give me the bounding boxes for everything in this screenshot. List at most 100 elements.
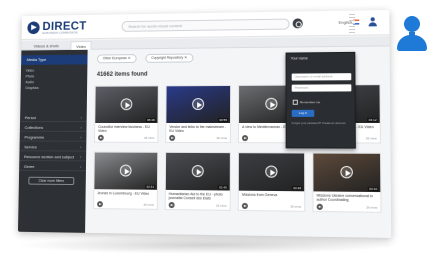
sidebar-item-genre[interactable]: Genre › [19,161,87,172]
logo-mark-icon [27,21,40,35]
video-meta: 26 mins [144,135,155,140]
sidebar-header[interactable]: Media Type [21,54,88,65]
video-meta: 26 mins [366,205,378,210]
video-card[interactable]: 02:31 Jeunes in Luxembourg - EU Video 26 m… [93,151,159,210]
sidebar-item-subject[interactable]: Resource section and subject › [19,152,87,162]
sidebar-item-label: Collections [24,124,44,130]
browser-screen: DIRECT EUROPEAN COMMISSION Search for au… [17,9,392,238]
video-title[interactable]: Vendor and links to the mainstream - EU … [169,125,229,133]
video-title[interactable]: Missions from Geneva [242,193,303,202]
sidebar-item-label: Period [24,115,36,121]
video-thumbnail[interactable]: 00:55 [166,85,231,123]
user-icon [397,16,427,62]
tab-videos-shots[interactable]: Videos & shots [29,41,64,50]
sidebar-item-period[interactable]: Period › [20,113,87,123]
play-icon[interactable] [340,165,353,179]
username-field[interactable]: Username or email address [291,73,352,81]
video-meta: 26 mins [365,136,377,141]
video-thumbnail[interactable]: 01:45 [165,152,230,191]
play-icon[interactable] [191,165,204,178]
login-button[interactable]: Log in [291,109,315,117]
filter-chip[interactable]: Other European ✕ [97,54,137,64]
video-meta: 15 mins [216,203,227,208]
video-duration: 03:10 [368,186,379,192]
login-panel: Your name Username or email address Pass… [285,51,356,149]
sidebar-item-label: Service [24,144,37,150]
clear-filters-button[interactable]: Clear more filters [28,176,75,186]
search-input[interactable]: Search for audio-visual content [121,18,290,32]
password-field[interactable]: Password [291,84,352,92]
user-icon-head [370,17,375,22]
chevron-right-icon: › [80,134,82,140]
sidebar-item-label: Programme [24,134,45,140]
video-icon [241,135,249,142]
results-count: 41662 items found [96,71,148,78]
sidebar-item-programme[interactable]: Programme › [19,132,87,142]
forgot-password-link[interactable]: Forgot your password? Create an account [292,121,352,126]
chevron-right-icon: › [80,115,82,121]
play-icon[interactable] [192,98,205,111]
sidebar-sub-item[interactable]: Audio [25,80,33,84]
video-card[interactable]: 05:48 Councillor interview business - EU … [94,85,159,143]
chevron-right-icon: › [80,144,82,150]
video-icon [97,201,103,208]
video-meta: 26 mins [143,202,154,207]
video-thumbnail[interactable]: 03:10 [313,153,381,193]
sidebar-sub-item[interactable]: Photo [26,74,35,78]
site-logo[interactable]: DIRECT EUROPEAN COMMISSION [27,19,87,36]
video-icon [169,134,176,141]
video-card[interactable]: 01:45 Humanitarian Aid to the EU - photo … [164,151,231,211]
video-meta: 15 mins [216,136,227,141]
sidebar-item-collections[interactable]: Collections › [19,123,87,132]
filter-chip[interactable]: Copyright Repository ✕ [145,53,194,63]
video-card[interactable]: 00:48 Missions from Geneva 26 mins [237,152,306,212]
filter-chip-label: Other European [102,56,127,61]
video-icon [316,203,323,211]
top-bar: DIRECT EUROPEAN COMMISSION Search for au… [21,9,390,40]
video-icon [168,201,175,209]
search-icon[interactable] [292,18,303,29]
user-icon-body [397,35,427,51]
chevron-right-icon: › [80,124,82,130]
video-duration: 05:48 [146,118,156,123]
video-thumbnail[interactable]: 00:48 [238,153,305,192]
video-duration: 01:45 [218,185,228,190]
sidebar-item-label: Resource section and subject [24,154,75,160]
video-card[interactable]: 00:55 Vendor and links to the mainstream … [165,84,232,144]
screenshot-stage: DIRECT EUROPEAN COMMISSION Search for au… [0,0,433,267]
user-icon-body [368,22,377,27]
video-duration: 00:55 [218,117,228,122]
user-icon-head [404,16,420,32]
sidebar-sub-item[interactable]: Graphics [25,86,38,90]
video-duration: 02:31 [145,184,156,189]
chevron-right-icon: › [79,164,82,170]
device-shadow [14,236,399,254]
video-title[interactable]: Councillor interview business - EU Video [98,125,156,133]
video-thumbnail[interactable]: 02:31 [94,152,158,190]
chevron-right-icon: › [79,154,82,160]
play-icon[interactable] [119,164,132,177]
video-title[interactable]: Humanitarian Aid to the EU - photo journ… [169,192,229,201]
login-panel-title: Your name [290,56,308,61]
video-icon [241,202,248,210]
video-title[interactable]: Missions Ukraine conversational to autho… [317,193,380,202]
user-icon[interactable] [368,17,377,27]
tab-video[interactable]: Video [70,40,92,50]
video-thumbnail[interactable]: 05:48 [95,86,158,123]
sidebar-item-label: Genre [23,163,35,169]
video-title[interactable]: Jeunes in Luxembourg - EU Video [97,191,156,200]
play-icon[interactable] [120,98,133,111]
separator-dots [349,14,355,34]
sidebar: Media Type Video Photo Audio Graphics Pe… [17,49,88,233]
play-icon[interactable] [265,165,278,178]
video-icon [97,134,104,141]
sidebar-sub-item[interactable]: Video [26,69,34,73]
sidebar-item-service[interactable]: Service › [19,142,87,152]
logo-tagline: EUROPEAN COMMISSION [42,30,78,35]
video-duration: 04:12 [367,117,378,122]
remember-me-checkbox[interactable]: Remember me [293,100,321,105]
video-card[interactable]: 03:10 Missions Ukraine conversational to … [312,152,382,213]
video-meta: 26 mins [290,204,302,209]
play-icon[interactable] [265,97,278,110]
filter-chip-label: Copyright Repository [151,55,184,60]
